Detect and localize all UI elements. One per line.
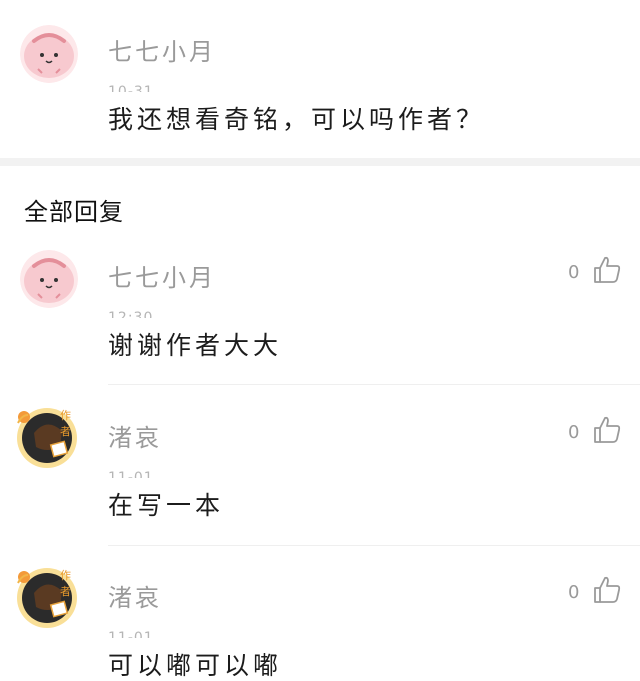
thumbs-up-icon[interactable]: [592, 255, 622, 285]
reply-timestamp: 12:30: [108, 310, 154, 318]
reply-timestamp: 11-01: [108, 630, 154, 638]
pink-blob-avatar-icon: [20, 250, 78, 308]
main-comment-username[interactable]: 七七小月: [108, 32, 216, 67]
row-divider: [108, 384, 640, 385]
reply-timestamp: 11-01: [108, 470, 154, 478]
author-avatar[interactable]: 作者: [14, 403, 80, 469]
thumbs-up-icon[interactable]: [592, 575, 622, 605]
reply-username[interactable]: 渚哀: [108, 578, 162, 613]
main-comment-avatar[interactable]: [20, 25, 78, 83]
reply-username[interactable]: 渚哀: [108, 418, 162, 453]
comment-detail-screen: 七七小月 10-31 我还想看奇铭，可以吗作者？ 全部回复 七七小月 12:30…: [0, 0, 640, 681]
thumbs-up-icon[interactable]: [592, 415, 622, 445]
author-badge: 作者: [60, 569, 71, 598]
section-divider: [0, 158, 640, 166]
row-divider: [108, 545, 640, 546]
author-badge: 作者: [60, 409, 71, 438]
like-count: 0: [568, 422, 580, 443]
like-count: 0: [568, 582, 580, 603]
reply-content: 可以嘟可以嘟: [108, 651, 283, 680]
reply-avatar[interactable]: [20, 250, 78, 308]
main-comment-timestamp: 10-31: [108, 84, 154, 92]
author-avatar[interactable]: 作者: [14, 563, 80, 629]
main-comment-content: 我还想看奇铭，可以吗作者？: [108, 105, 486, 134]
like-count: 0: [568, 262, 580, 283]
reply-username[interactable]: 七七小月: [108, 258, 216, 293]
all-replies-title: 全部回复: [24, 198, 124, 226]
pink-blob-avatar-icon: [20, 25, 78, 83]
main-comment: 七七小月 10-31 我还想看奇铭，可以吗作者？: [0, 0, 640, 158]
reply-content: 在写一本: [108, 491, 225, 520]
reply-content: 谢谢作者大大: [108, 331, 283, 360]
